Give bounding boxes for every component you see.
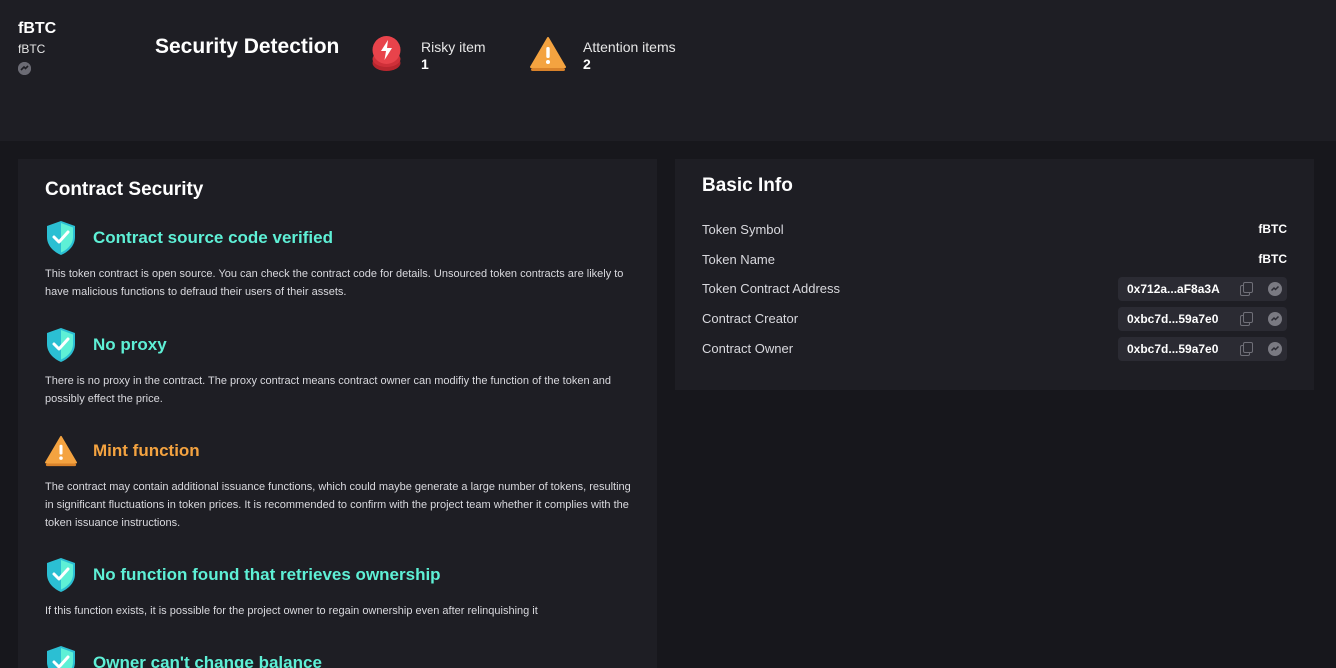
copy-icon[interactable] — [1239, 312, 1253, 326]
lightning-shield-icon — [371, 34, 402, 74]
info-label: Token Contract Address — [702, 281, 841, 296]
attention-items-label: Attention items — [583, 39, 676, 55]
info-row-token-symbol: Token Symbol fBTC — [702, 218, 1287, 242]
contract-security-panel: Contract Security Contract source code v… — [18, 159, 657, 668]
check-item: Mint function The contract may contain a… — [45, 433, 635, 532]
header-bar: fBTC fBTC Security Detection Risky item … — [0, 0, 1336, 141]
basic-info-panel: Basic Info Token Symbol fBTC Token Name … — [675, 159, 1314, 390]
info-label: Contract Owner — [702, 341, 794, 356]
check-title: Owner can't change balance — [93, 653, 322, 668]
info-row-token-name: Token Name fBTC — [702, 248, 1287, 272]
explorer-link-icon[interactable] — [1268, 282, 1282, 296]
token-symbol: fBTC — [18, 42, 46, 56]
info-label: Contract Creator — [702, 311, 799, 326]
copy-icon[interactable] — [1239, 282, 1253, 296]
address-pill: 0x712a...aF8a3A — [1118, 277, 1287, 301]
copy-icon[interactable] — [1239, 342, 1253, 356]
basic-info-title: Basic Info — [702, 175, 793, 196]
page-title: Security Detection — [155, 35, 340, 58]
shield-check-icon — [45, 327, 83, 363]
check-item: Owner can't change balance — [45, 645, 635, 668]
check-title: Contract source code verified — [93, 228, 333, 247]
info-label: Token Name — [702, 252, 775, 267]
address-value[interactable]: 0xbc7d...59a7e0 — [1127, 312, 1235, 326]
check-title: Mint function — [93, 441, 200, 460]
explorer-link-icon[interactable] — [1268, 312, 1282, 326]
check-description: There is no proxy in the contract. The p… — [45, 375, 611, 405]
shield-check-icon — [45, 220, 83, 256]
check-item: No proxy There is no proxy in the contra… — [45, 327, 635, 408]
info-label: Token Symbol — [702, 222, 784, 237]
check-title: No proxy — [93, 335, 167, 354]
check-description: If this function exists, it is possible … — [45, 605, 538, 617]
address-value[interactable]: 0x712a...aF8a3A — [1127, 282, 1235, 296]
address-pill: 0xbc7d...59a7e0 — [1118, 307, 1287, 331]
risky-item-label: Risky item — [421, 39, 486, 55]
address-pill: 0xbc7d...59a7e0 — [1118, 337, 1287, 361]
shield-check-icon — [45, 557, 83, 593]
token-name: fBTC — [18, 20, 57, 37]
check-description: The contract may contain additional issu… — [45, 481, 631, 529]
attention-items-count: 2 — [583, 56, 591, 72]
chain-explorer-icon[interactable] — [18, 62, 31, 75]
info-row-contract-address: Token Contract Address 0x712a...aF8a3A — [702, 277, 1287, 301]
info-value: fBTC — [1258, 252, 1287, 266]
info-row-contract-creator: Contract Creator 0xbc7d...59a7e0 — [702, 307, 1287, 331]
risky-item-count: 1 — [421, 56, 429, 72]
info-row-contract-owner: Contract Owner 0xbc7d...59a7e0 — [702, 337, 1287, 361]
shield-check-icon — [45, 645, 83, 668]
check-item: Contract source code verified This token… — [45, 220, 635, 301]
info-value: fBTC — [1258, 222, 1287, 236]
check-item: No function found that retrieves ownersh… — [45, 557, 635, 620]
contract-security-title: Contract Security — [45, 179, 204, 200]
address-value[interactable]: 0xbc7d...59a7e0 — [1127, 342, 1235, 356]
check-title: No function found that retrieves ownersh… — [93, 565, 441, 584]
check-description: This token contract is open source. You … — [45, 268, 624, 298]
warning-triangle-icon — [45, 433, 83, 469]
warning-triangle-icon — [530, 36, 566, 72]
explorer-link-icon[interactable] — [1268, 342, 1282, 356]
